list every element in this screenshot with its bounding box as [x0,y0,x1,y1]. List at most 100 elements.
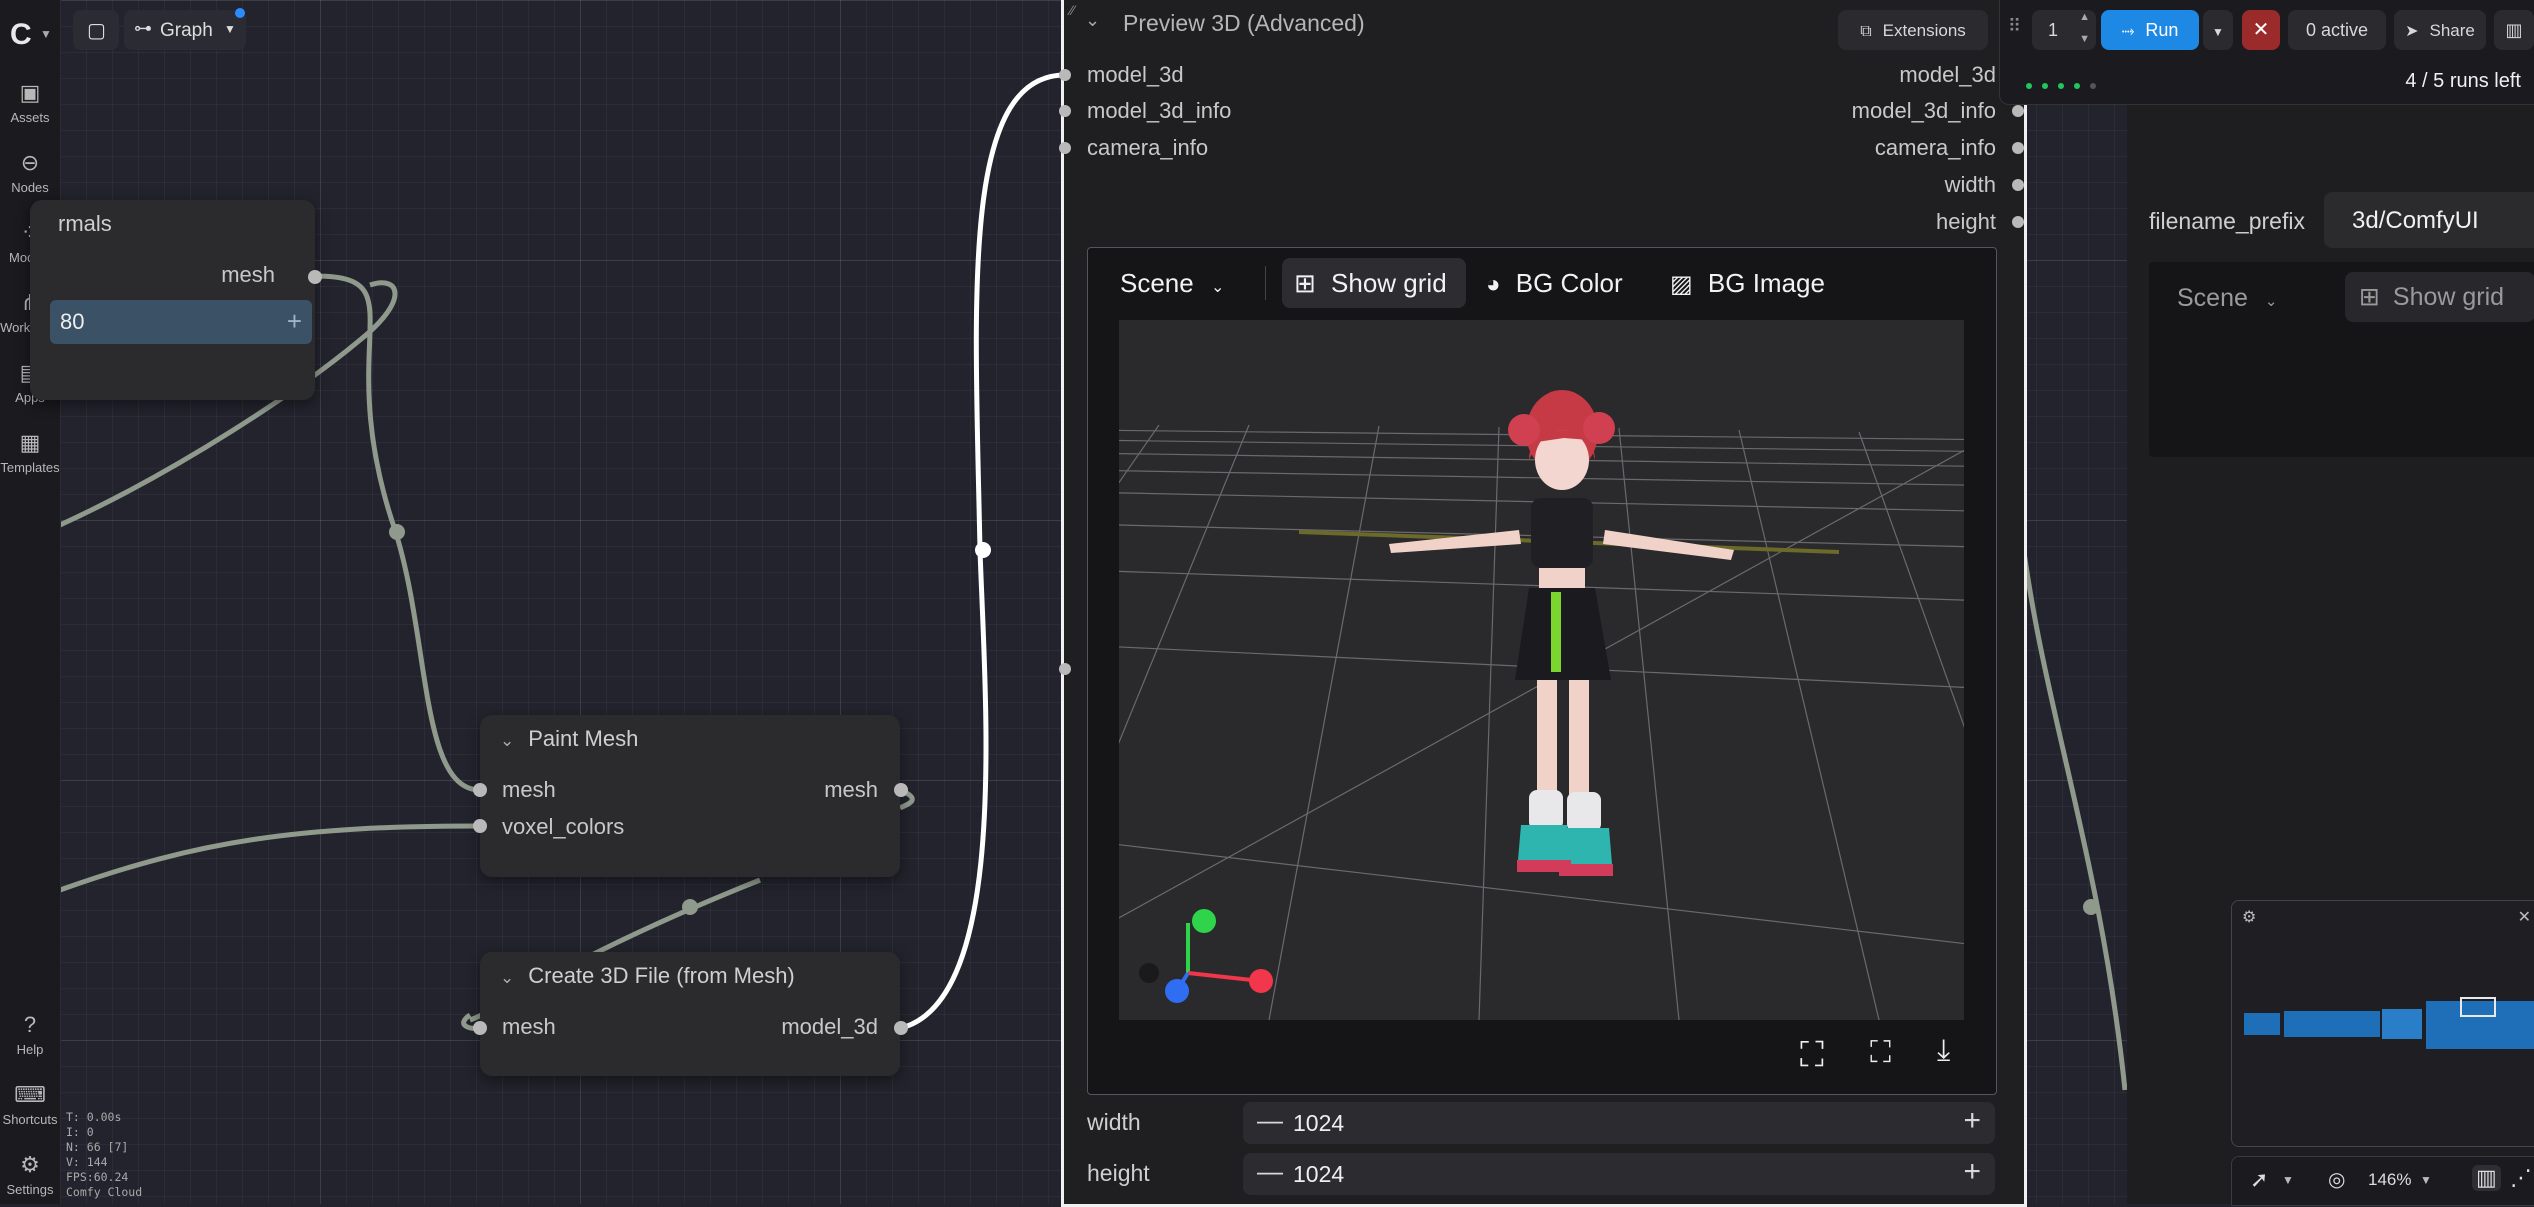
3d-scene-render[interactable] [1119,320,1964,1020]
minimap[interactable]: ⚙ ✕ [2231,900,2534,1147]
chevron-down-icon[interactable]: ▼ [40,27,52,41]
notification-dot [235,8,245,18]
plus-icon[interactable]: + [287,306,302,337]
batch-count-input[interactable]: 1 ▲ ▼ [2032,10,2096,50]
templates-icon: ▦ [19,430,41,455]
input-slot-dot[interactable] [473,819,487,833]
send-icon: ➤ [2405,23,2419,40]
expand-icon[interactable]: ⛶ [1870,1036,1891,1070]
share-button[interactable]: ➤ Share [2394,10,2486,50]
chevron-down-icon: ▼ [2212,25,2224,39]
download-icon[interactable]: ⤓ [1937,1034,1950,1068]
queue-toolbar: ⠿ 1 ▲ ▼ ⤑ Run ▼ ✕ 0 active ➤ Share ▥ 4 / … [1999,0,2534,105]
width-stepper[interactable]: — 1024 + [1243,1102,1995,1144]
minus-icon[interactable]: — [1257,1105,1283,1136]
link-visibility-icon[interactable]: ⋰ [2510,1165,2532,1191]
filename-prefix-input[interactable]: 3d/ComfyUI [2324,192,2534,248]
bg-color-button[interactable]: ◕ BG Color [1486,258,1646,308]
minimap-graphic [2244,997,2534,1049]
keyboard-icon: ⌨ [14,1082,46,1107]
sidebar-item-help[interactable]: ? Help [0,1012,60,1057]
fit-view-icon[interactable]: ◎ [2328,1167,2345,1192]
chevron-down-icon: ▼ [224,22,236,36]
grid-icon: ⊞ [1294,268,1316,298]
zoom-level[interactable]: 146% [2368,1170,2411,1190]
chevron-down-icon: ⌄ [1210,279,1225,296]
progress-dots [2026,76,2096,94]
minimap-icon[interactable]: ▥ [2472,1165,2501,1191]
height-stepper[interactable]: — 1024 + [1243,1153,1995,1195]
graph-mode-button[interactable]: ⊶ Graph ▼ [124,10,246,50]
output-slot-dot[interactable] [894,783,908,797]
output-slot-dot[interactable] [2012,142,2024,154]
bg-image-button[interactable]: ▨ BG Image [1670,258,1870,308]
extensions-button[interactable]: ⧉ Extensions [1838,10,1988,50]
output-slot-dot[interactable] [2012,105,2024,117]
nodes-icon: ⊖ [20,150,40,175]
input-slot-dot[interactable] [473,783,487,797]
chevron-down-icon[interactable]: ▼ [2420,1173,2432,1187]
scene-dropdown[interactable]: Scene ⌄ [2177,276,2277,320]
run-button[interactable]: ⤑ Run [2101,10,2199,50]
grid-icon: ⊞ [2359,283,2380,311]
panel-icon: ▥ [2505,20,2523,40]
active-queue-button[interactable]: 0 active [2288,10,2386,50]
chevron-down-icon[interactable]: ▼ [2282,1173,2294,1187]
plus-icon[interactable]: + [1963,1104,1981,1138]
chevron-down-icon: ⌄ [2264,293,2278,310]
run-options-button[interactable]: ▼ [2203,10,2233,50]
output-slot-dot[interactable] [2012,179,2024,191]
plus-icon[interactable]: + [1963,1155,1981,1189]
chevron-down-icon[interactable]: ⌄ [500,968,514,987]
sidebar-item-shortcuts[interactable]: ⌨ Shortcuts [0,1082,60,1127]
show-grid-button[interactable]: ⊞ Show grid [2345,272,2534,322]
runs-left-text: 4 / 5 runs left [2405,70,2521,92]
perf-stats: T: 0.00s I: 0 N: 66 [7] V: 144 FPS:60.24… [66,1110,143,1199]
filename-prefix-label: filename_prefix [2149,208,2305,234]
value-field[interactable]: 80 + [50,300,312,344]
output-slot-dot[interactable] [2012,216,2024,228]
chevron-down-icon[interactable]: ⌄ [1085,10,1100,31]
minus-icon[interactable]: — [1257,1156,1283,1187]
assets-icon: ▣ [19,80,41,105]
image-icon: ▨ [1670,271,1693,298]
input-slot-dot[interactable] [1059,105,1071,117]
output-slot-dot[interactable] [308,270,322,284]
toolbar-divider [1265,266,1266,300]
palette-icon: ◕ [1486,271,1501,298]
toggle-right-panel-button[interactable]: ▥ [2494,10,2534,50]
chevron-down-icon[interactable]: ⌄ [500,731,514,750]
drag-handle-icon[interactable]: ⠿ [2008,16,2021,37]
select-icon[interactable]: ➚ [2250,1167,2268,1193]
normals-node[interactable]: rmals mesh 80 + [30,200,315,400]
scene-dropdown[interactable]: Scene ⌄ [1108,258,1236,308]
stop-button[interactable]: ✕ [2242,10,2280,50]
stepper-arrows-icon[interactable]: ▲ ▼ [2079,6,2090,50]
show-grid-button[interactable]: ⊞ Show grid [1282,258,1466,308]
panel-icon: ▢ [87,20,106,42]
toggle-panel-button[interactable]: ▢ [73,10,119,50]
sidebar-item-nodes[interactable]: ⊖ Nodes [0,150,60,195]
sidebar-item-templates[interactable]: ▦ Templates [0,430,60,475]
input-slot-dot[interactable] [1059,142,1071,154]
output-slot-dot[interactable] [894,1021,908,1035]
comfy-logo-icon[interactable]: C [10,18,32,52]
widget-slot-dot[interactable] [1059,663,1071,675]
close-icon: ✕ [2252,19,2270,41]
scene-graphic [1119,390,1964,1020]
create-3d-file-node[interactable]: ⌄ Create 3D File (from Mesh) mesh model_3… [480,952,900,1076]
help-icon: ? [23,1012,37,1037]
extensions-icon: ⧉ [1860,23,1872,40]
run-icon: ⤑ [2121,23,2135,40]
graph-icon: ⊶ [134,18,152,38]
resize-corner-icon[interactable]: ⁄⁄ [1070,2,1075,18]
sidebar-item-settings[interactable]: ⚙ Settings [0,1152,60,1197]
fullscreen-icon[interactable]: ⛶ [1800,1036,1824,1075]
sidebar-item-assets[interactable]: ▣ Assets [0,80,60,125]
input-slot-dot[interactable] [473,1021,487,1035]
gear-icon: ⚙ [20,1152,40,1177]
preview-node-title: Preview 3D (Advanced) [1123,10,1365,36]
paint-mesh-node[interactable]: ⌄ Paint Mesh mesh voxel_colors mesh [480,715,900,877]
input-slot-dot[interactable] [1059,69,1071,81]
left-sidebar: C ▼ ▣ Assets ⊖ Nodes ⁘ Models ⋔ Workflow… [0,0,61,1204]
